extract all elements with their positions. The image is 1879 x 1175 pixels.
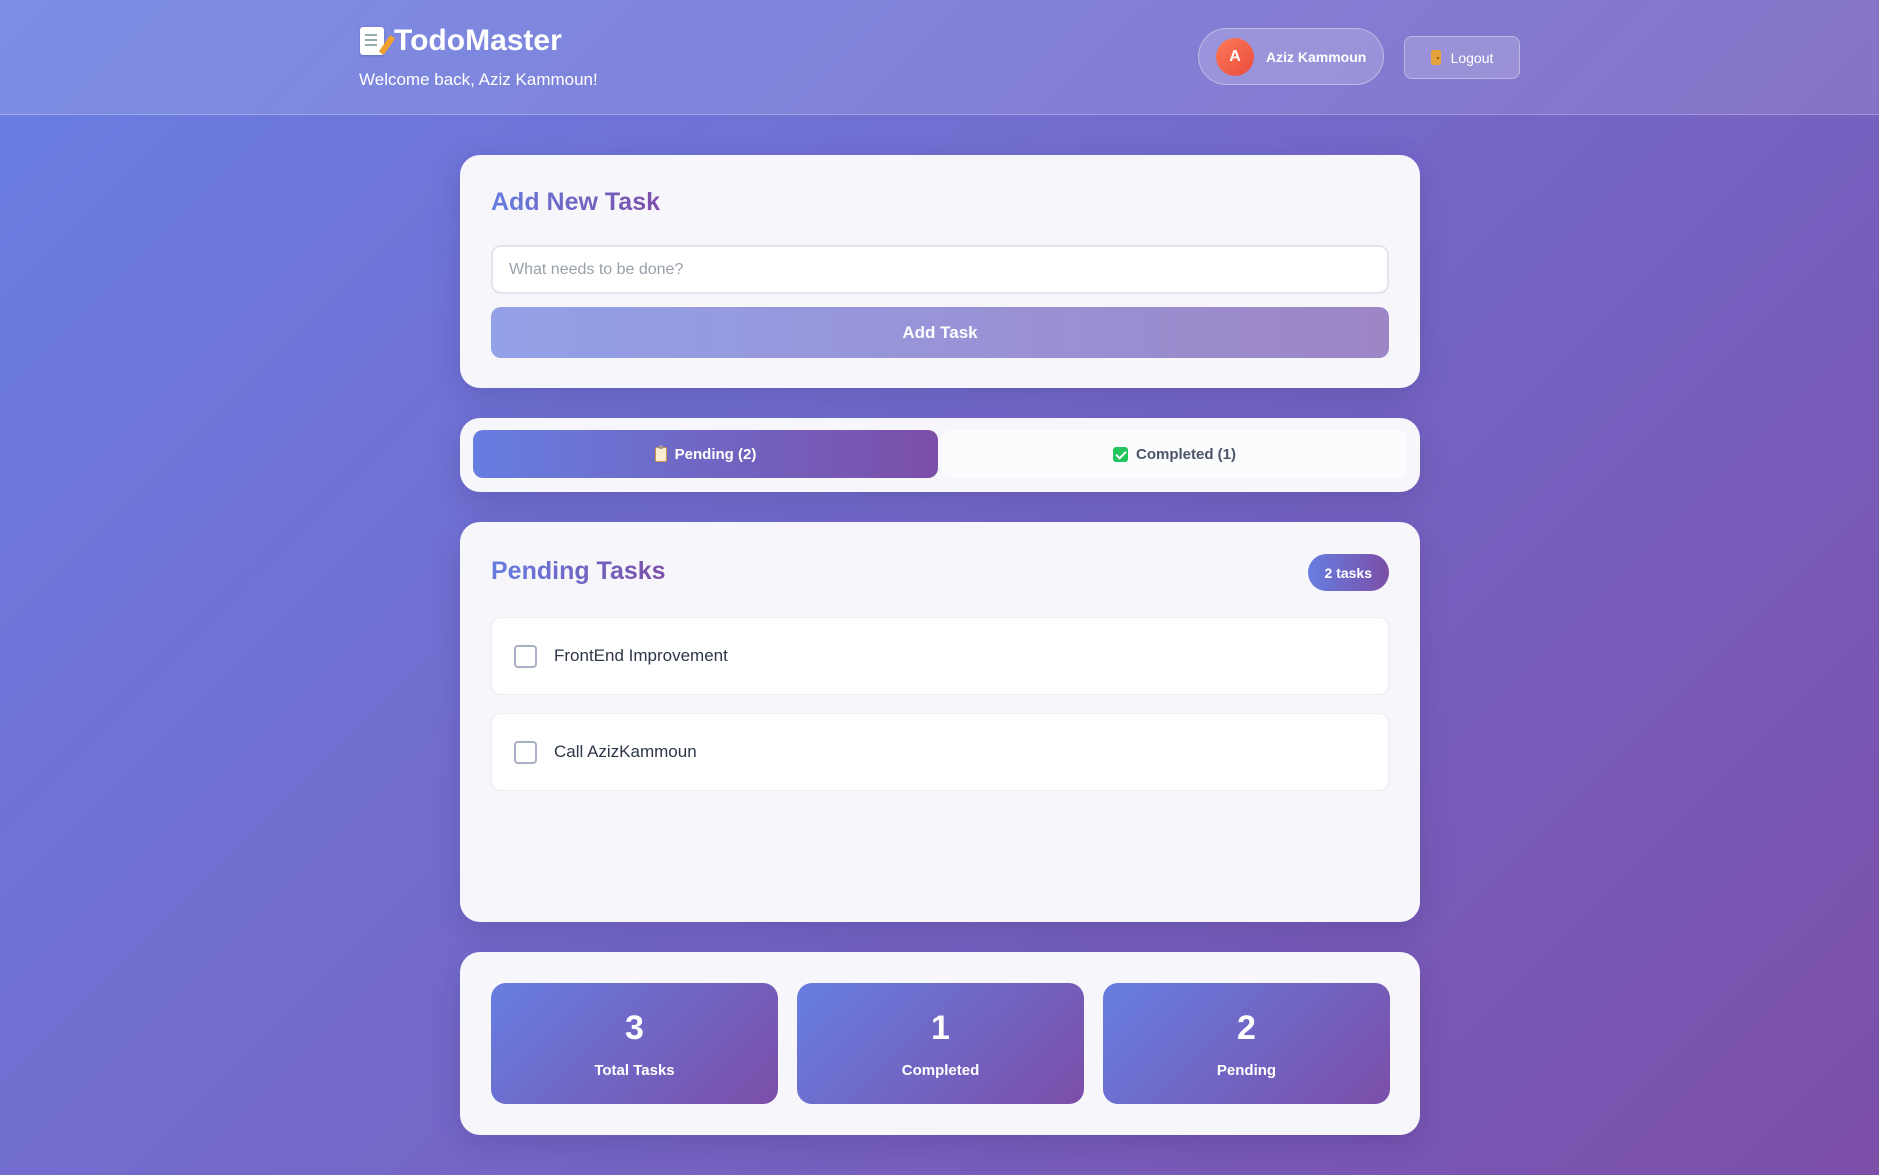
check-box-icon (1112, 446, 1128, 462)
tab-completed-label: Completed (1) (1135, 445, 1236, 463)
add-task-button[interactable]: Add Task (491, 307, 1389, 358)
stat-completed-label: Completed (901, 1062, 980, 1079)
stats-card: 3 Total Tasks 1 Completed 2 Pending (460, 952, 1420, 1135)
task-item: Call AzizKammoun (491, 713, 1389, 791)
pending-tasks-title: Pending Tasks (491, 557, 666, 585)
stat-pending: 2 Pending (1103, 983, 1390, 1104)
filter-tabs: Pending (2) Completed (1) (460, 418, 1420, 492)
stat-total: 3 Total Tasks (491, 983, 778, 1104)
logout-label: Logout (1450, 49, 1494, 66)
logout-button[interactable]: Logout (1404, 36, 1520, 79)
avatar: A (1216, 37, 1254, 76)
task-count-badge: 2 tasks (1307, 554, 1389, 591)
task-input[interactable] (491, 245, 1389, 294)
tab-pending[interactable]: Pending (2) (473, 430, 938, 478)
task-text: FrontEnd Improvement (554, 646, 728, 665)
task-text: Call AzizKammoun (554, 742, 697, 761)
stat-pending-label: Pending (1216, 1062, 1277, 1079)
stat-completed-value: 1 (931, 1009, 950, 1047)
app-title-text: TodoMaster (394, 24, 562, 57)
welcome-message: Welcome back, Aziz Kammoun! (359, 70, 598, 89)
task-checkbox[interactable] (514, 740, 537, 764)
task-item: FrontEnd Improvement (491, 617, 1389, 695)
add-task-card: Add New Task Add Task (460, 155, 1420, 388)
door-icon (1430, 50, 1441, 65)
tab-completed[interactable]: Completed (1) (942, 430, 1407, 478)
stat-pending-value: 2 (1237, 1009, 1256, 1047)
app-header: TodoMaster Welcome back, Aziz Kammoun! A… (0, 0, 1879, 115)
memo-icon (360, 27, 384, 55)
app-title: TodoMaster (360, 24, 598, 58)
stat-completed: 1 Completed (797, 983, 1084, 1104)
brand: TodoMaster Welcome back, Aziz Kammoun! (359, 24, 598, 90)
user-name: Aziz Kammoun (1266, 48, 1367, 65)
user-profile[interactable]: A Aziz Kammoun (1198, 28, 1384, 85)
stat-total-label: Total Tasks (594, 1062, 675, 1079)
stat-total-value: 3 (625, 1009, 644, 1047)
clipboard-icon (654, 444, 667, 462)
pending-tasks-card: Pending Tasks 2 tasks FrontEnd Improveme… (460, 522, 1420, 922)
task-checkbox[interactable] (514, 644, 537, 668)
tab-pending-label: Pending (2) (674, 445, 757, 463)
add-task-title: Add New Task (491, 188, 661, 216)
